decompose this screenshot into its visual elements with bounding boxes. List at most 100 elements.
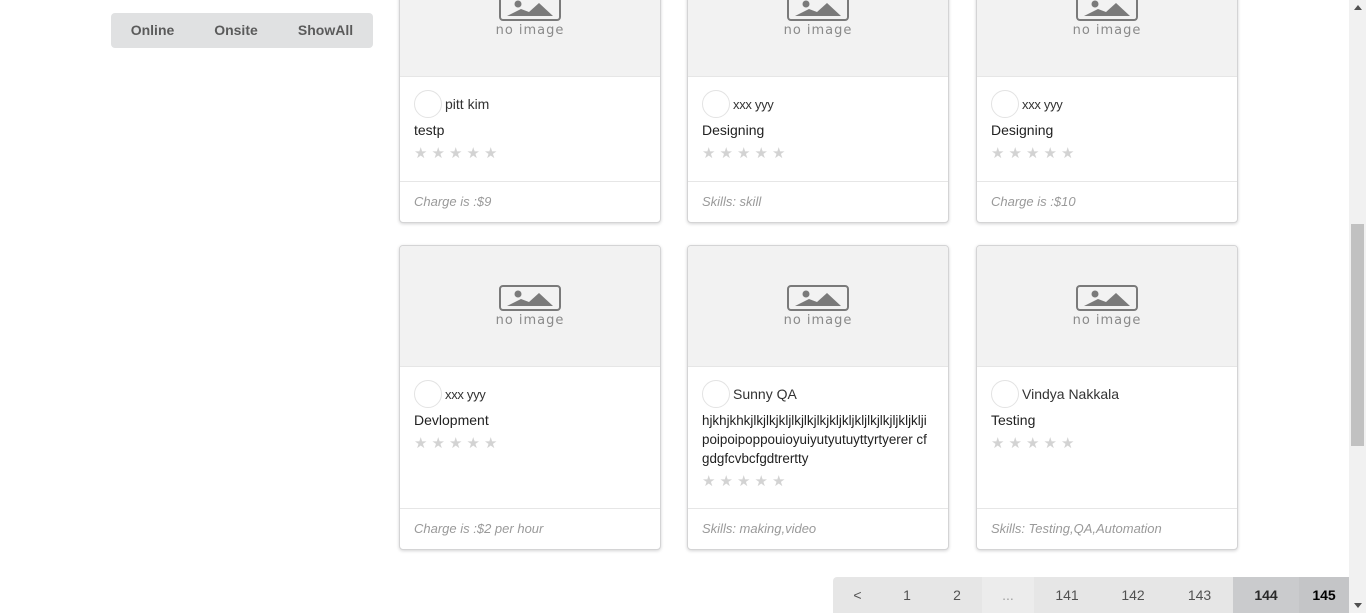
star-icon[interactable]: ★ (467, 436, 485, 451)
star-icon[interactable]: ★ (1009, 146, 1027, 161)
star-icon[interactable]: ★ (991, 146, 1009, 161)
star-icon[interactable]: ★ (1061, 436, 1079, 451)
star-icon[interactable]: ★ (484, 146, 502, 161)
card-title: Designing (991, 122, 1054, 138)
no-image-label: no image (495, 312, 565, 328)
star-rating[interactable]: ★ ★ ★ ★ ★ (702, 471, 934, 491)
pagination-page-144[interactable]: 144 (1233, 577, 1299, 613)
star-icon[interactable]: ★ (1044, 436, 1062, 451)
card-title: Testing (991, 412, 1036, 428)
avatar (991, 90, 1019, 118)
star-icon[interactable]: ★ (991, 436, 1009, 451)
freelancer-card[interactable]: no image xxx yyy Designing ★ ★ ★ ★ ★ Cha… (976, 0, 1238, 223)
image-placeholder-icon (787, 0, 849, 21)
star-rating[interactable]: ★ ★ ★ ★ ★ (414, 433, 646, 453)
star-icon[interactable]: ★ (467, 146, 485, 161)
card-title: hjkhjkhkjlkjlkjkljlkjlkjlkjkljkljkljlkjl… (702, 413, 927, 466)
star-icon[interactable]: ★ (720, 146, 738, 161)
star-icon[interactable]: ★ (702, 146, 720, 161)
freelancer-card[interactable]: no image xxx yyy Designing ★ ★ ★ ★ ★ Ski… (687, 0, 949, 223)
pagination-ellipsis: ... (982, 577, 1034, 613)
filter-button-group: Online Onsite ShowAll (111, 13, 373, 48)
pagination-prev-button[interactable]: < (833, 577, 882, 613)
star-icon[interactable]: ★ (702, 474, 720, 489)
pagination-page-145[interactable]: 145 (1299, 577, 1349, 613)
star-icon[interactable]: ★ (414, 436, 432, 451)
user-name[interactable]: pitt kim (445, 96, 489, 112)
card-footer: Skills: skill (688, 181, 948, 222)
star-icon[interactable]: ★ (1009, 436, 1027, 451)
star-icon[interactable]: ★ (484, 436, 502, 451)
avatar (702, 90, 730, 118)
image-placeholder-icon (787, 284, 849, 311)
showall-filter-button[interactable]: ShowAll (278, 13, 373, 48)
card-footer: Skills: making,video (688, 508, 948, 549)
freelancer-card[interactable]: no image xxx yyy Devlopment ★ ★ ★ ★ ★ Ch… (399, 245, 661, 550)
star-icon[interactable]: ★ (720, 474, 738, 489)
pagination-page-143[interactable]: 143 (1166, 577, 1233, 613)
avatar (991, 380, 1019, 408)
user-name[interactable]: Sunny QA (733, 386, 797, 402)
user-name[interactable]: xxx yyy (1022, 97, 1063, 112)
star-icon[interactable]: ★ (1061, 146, 1079, 161)
star-icon[interactable]: ★ (737, 146, 755, 161)
card-image-placeholder: no image (400, 0, 660, 77)
star-icon[interactable]: ★ (772, 474, 790, 489)
star-rating[interactable]: ★ ★ ★ ★ ★ (991, 143, 1223, 163)
star-icon[interactable]: ★ (432, 436, 450, 451)
card-footer: Charge is :$10 (977, 181, 1237, 222)
scroll-down-arrow-icon[interactable] (1354, 603, 1362, 608)
pagination-page-2[interactable]: 2 (932, 577, 982, 613)
pagination-page-1[interactable]: 1 (882, 577, 932, 613)
star-icon[interactable]: ★ (755, 474, 773, 489)
star-icon[interactable]: ★ (772, 146, 790, 161)
user-name[interactable]: Vindya Nakkala (1022, 386, 1119, 402)
card-footer: Charge is :$9 (400, 181, 660, 222)
card-title: Devlopment (414, 412, 489, 428)
star-icon[interactable]: ★ (1044, 146, 1062, 161)
vertical-scrollbar[interactable] (1349, 0, 1366, 613)
card-image-placeholder: no image (688, 0, 948, 77)
star-icon[interactable]: ★ (432, 146, 450, 161)
star-rating[interactable]: ★ ★ ★ ★ ★ (702, 143, 934, 163)
card-image-placeholder: no image (977, 246, 1237, 367)
star-rating[interactable]: ★ ★ ★ ★ ★ (414, 143, 646, 163)
card-title: Designing (702, 122, 765, 138)
scrollbar-thumb[interactable] (1351, 224, 1364, 446)
user-name[interactable]: xxx yyy (445, 387, 486, 402)
image-placeholder-icon (1076, 284, 1138, 311)
image-placeholder-icon (499, 0, 561, 21)
avatar (702, 380, 730, 408)
star-icon[interactable]: ★ (449, 146, 467, 161)
card-image-placeholder: no image (977, 0, 1237, 77)
star-icon[interactable]: ★ (755, 146, 773, 161)
no-image-label: no image (783, 312, 853, 328)
no-image-label: no image (1072, 22, 1142, 38)
star-icon[interactable]: ★ (1026, 146, 1044, 161)
freelancer-card[interactable]: no image Sunny QA hjkhjkhkjlkjlkjkljlkjl… (687, 245, 949, 550)
pagination: < 1 2 ... 141 142 143 144 145 (833, 577, 1349, 613)
image-placeholder-icon (1076, 0, 1138, 21)
no-image-label: no image (1072, 312, 1142, 328)
card-footer: Charge is :$2 per hour (400, 508, 660, 549)
freelancer-card[interactable]: no image Vindya Nakkala Testing ★ ★ ★ ★ … (976, 245, 1238, 550)
user-name[interactable]: xxx yyy (733, 97, 774, 112)
no-image-label: no image (495, 22, 565, 38)
card-image-placeholder: no image (400, 246, 660, 367)
star-rating[interactable]: ★ ★ ★ ★ ★ (991, 433, 1223, 453)
avatar (414, 380, 442, 408)
star-icon[interactable]: ★ (414, 146, 432, 161)
onsite-filter-button[interactable]: Onsite (194, 13, 278, 48)
pagination-page-142[interactable]: 142 (1100, 577, 1166, 613)
star-icon[interactable]: ★ (737, 474, 755, 489)
star-icon[interactable]: ★ (1026, 436, 1044, 451)
card-image-placeholder: no image (688, 246, 948, 367)
pagination-page-141[interactable]: 141 (1034, 577, 1100, 613)
online-filter-button[interactable]: Online (111, 13, 194, 48)
card-title: testp (414, 122, 445, 138)
star-icon[interactable]: ★ (449, 436, 467, 451)
freelancer-card[interactable]: no image pitt kim testp ★ ★ ★ ★ ★ Charge… (399, 0, 661, 223)
image-placeholder-icon (499, 284, 561, 311)
scroll-up-arrow-icon[interactable] (1354, 5, 1362, 10)
no-image-label: no image (783, 22, 853, 38)
